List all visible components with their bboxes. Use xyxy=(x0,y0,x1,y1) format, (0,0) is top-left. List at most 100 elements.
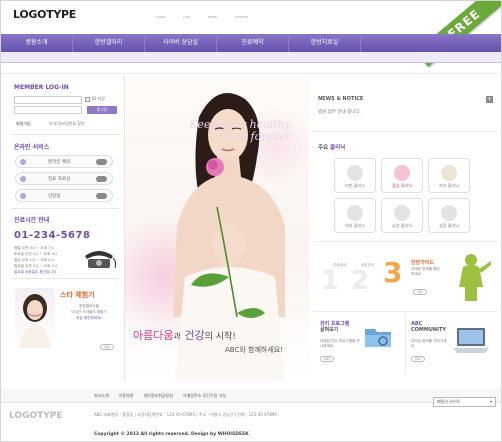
service-item-reservation[interactable]: 온라인 예약 xyxy=(15,155,113,168)
star-review-title: 스타 체험기 xyxy=(60,291,95,299)
divider xyxy=(1,62,501,63)
stethoscope-icon xyxy=(347,205,363,221)
guide-step-3-number: 3 xyxy=(383,256,403,289)
footer-link-bar xyxy=(1,389,501,403)
care-title: 관리 프로그램 살펴보기 xyxy=(320,321,350,333)
hero-sub-slogan: ABC와 함께하세요! xyxy=(225,346,284,354)
divider xyxy=(11,208,119,209)
hours-title-accent: 안내 xyxy=(38,217,50,224)
footer-link-about[interactable]: 회사소개 xyxy=(94,393,109,399)
nav-item-cyber[interactable]: 사이버 상담실 xyxy=(145,34,217,52)
clinics-title: 주요 클리닉 xyxy=(318,145,346,151)
login-button[interactable]: 로그인 xyxy=(87,106,117,114)
hours-lines: 평일 오전 9시 ~ 오후 7시 토요일 오전 9시 ~ 오후 3시 점심 오후… xyxy=(14,246,58,274)
find-account-link[interactable]: 아이디/비밀번호 찾기 xyxy=(49,121,85,127)
clinic-infertility[interactable]: 불임 클리닉 xyxy=(381,158,423,193)
save-id-label: ID 저장 xyxy=(92,96,105,101)
divider xyxy=(11,134,119,135)
telephone-icon xyxy=(85,251,117,269)
family-site-select[interactable]: 패밀리 사이트 ▾ xyxy=(433,397,496,407)
hero-slogan: 아름다움과 건강의 시작! xyxy=(133,329,236,342)
guide-title: 한방가이드 xyxy=(411,260,435,266)
footer-copyright: Copyright © 2013 All rights reserved. De… xyxy=(94,432,249,437)
news-item[interactable]: 병원 업무 안내 합니다. xyxy=(318,109,361,115)
online-service-title: 온라인 서비스 xyxy=(14,144,50,151)
service-item-consult[interactable]: 상담실 xyxy=(15,189,113,202)
top-link-home[interactable]: HOME xyxy=(208,15,217,19)
chat-icon xyxy=(20,193,26,199)
footer-links: 회사소개 이용약관 개인정보취급방침 이메일주소 무단수집 거부 xyxy=(94,393,226,399)
calendar-icon xyxy=(20,159,26,165)
main-nav: 병원소개 한방갤러리 사이버 상담실 진료예약 한방치료실 xyxy=(1,34,501,52)
star-review-text: 한방클리닉을 다녀간 스타들의 체험기 지금 확인하세요! xyxy=(71,304,107,320)
divider xyxy=(313,241,497,242)
care-text: 다양한 관리 프로그램을 만나보세요 xyxy=(320,339,360,348)
top-link-join[interactable]: JOIN xyxy=(183,15,189,19)
service-item-archive[interactable]: 진료 자료실 xyxy=(15,172,113,185)
online-service-accent: 서비스 xyxy=(32,144,50,151)
save-id-checkbox[interactable] xyxy=(85,97,90,102)
guide-step-2-number: 2 xyxy=(351,266,370,296)
go-icon xyxy=(96,193,107,199)
clinic-growth[interactable]: 성장 클리닉 xyxy=(428,198,470,233)
footer-link-email-policy[interactable]: 이메일주소 무단수집 거부 xyxy=(183,393,226,399)
clinic-women[interactable]: 여성 클리닉 xyxy=(334,198,376,233)
syringe-icon xyxy=(394,205,410,221)
footer-logo: LOGOTYPE xyxy=(9,411,63,421)
go-icon xyxy=(96,176,107,182)
heart-icon xyxy=(394,165,410,181)
divider xyxy=(313,311,497,312)
top-links: LOGIN JOIN HOME SITEMAP xyxy=(156,15,248,19)
hero-banner: Keep your healthy life forever 아름다움과 건강의… xyxy=(125,77,309,381)
nav-item-about[interactable]: 병원소개 xyxy=(1,34,73,52)
logo[interactable]: LOGOTYPE xyxy=(13,8,76,21)
guide-step-1-label: 진료안내 xyxy=(333,263,347,267)
folder-icon xyxy=(20,176,26,182)
join-link[interactable]: 회원가입 xyxy=(16,121,31,127)
clinic-skin[interactable]: 피부 클리닉 xyxy=(428,158,470,193)
divider xyxy=(313,131,497,132)
chevron-down-icon: ▾ xyxy=(489,399,492,404)
phone-number: 01-234-5678 xyxy=(14,230,91,241)
laptop-icon xyxy=(453,328,489,353)
go-icon xyxy=(96,159,107,165)
community-text: 유익한 정보를 가져가세요 xyxy=(411,339,447,348)
footer-link-terms[interactable]: 이용약관 xyxy=(119,393,134,399)
divider xyxy=(11,278,119,279)
top-link-login[interactable]: LOGIN xyxy=(156,15,165,19)
login-title-accent: LOG-IN xyxy=(45,84,69,91)
care-go-button[interactable]: GO xyxy=(320,356,334,362)
page: LOGOTYPE LOGIN JOIN HOME SITEMAP FREE 병원… xyxy=(0,0,502,442)
nav-item-gallery[interactable]: 한방갤러리 xyxy=(73,34,145,52)
footer-link-privacy[interactable]: 개인정보취급방침 xyxy=(143,393,172,399)
nav-item-treatment[interactable]: 한방치료실 xyxy=(289,34,361,52)
hero-watermark: Keep your healthy life forever xyxy=(189,118,291,143)
clinic-men[interactable]: 남성 클리닉 xyxy=(381,198,423,233)
folder-icon xyxy=(365,329,391,347)
guide-step-2-label: 상담안내 xyxy=(361,263,375,267)
children-icon xyxy=(441,205,457,221)
guide-step-1-number: 1 xyxy=(321,266,340,296)
footer-address: ABC 대표원장 : 홍길동 | 사업자등록번호 : 123-45-67890 … xyxy=(94,412,277,417)
sub-nav-bar xyxy=(1,52,501,62)
top-link-sitemap[interactable]: SITEMAP xyxy=(235,15,248,19)
community-title: ABC COMMUNITY xyxy=(411,321,447,333)
guide-person-silhouette xyxy=(459,254,491,301)
scale-icon xyxy=(347,165,363,181)
nav-item-reservation[interactable]: 진료예약 xyxy=(217,34,289,52)
guide-text: 자세한 정보를 확인하세요 xyxy=(411,267,440,276)
face-icon xyxy=(441,165,457,181)
clinic-obesity[interactable]: 비만 클리닉 xyxy=(334,158,376,193)
divider xyxy=(405,315,406,375)
hours-title: 진료시간 안내 xyxy=(14,217,50,224)
password-input[interactable] xyxy=(14,106,82,114)
star-review-go-button[interactable]: GO xyxy=(100,344,114,350)
id-input[interactable] xyxy=(14,96,82,104)
star-photo xyxy=(15,288,55,348)
guide-go-button[interactable]: GO xyxy=(413,289,427,295)
community-go-button[interactable]: GO xyxy=(411,356,425,362)
news-title: NEWS & NOTICE xyxy=(318,96,364,102)
news-more-button[interactable]: + xyxy=(486,96,493,103)
divider xyxy=(1,73,501,74)
login-title: MEMBER LOG-IN xyxy=(14,84,69,91)
